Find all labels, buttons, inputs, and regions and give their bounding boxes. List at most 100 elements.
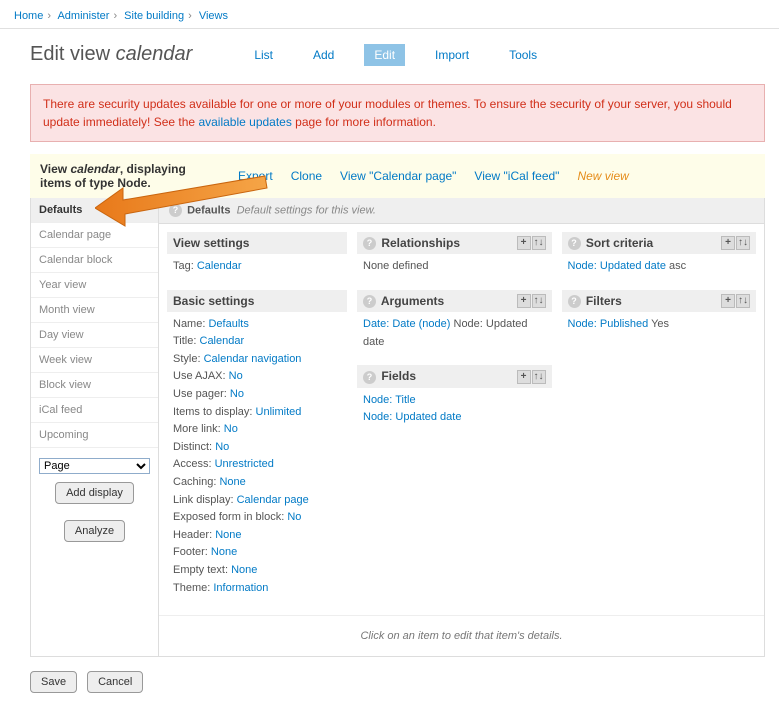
panel-basic-settings: Basic settings Name: DefaultsTitle: Cale… (167, 290, 347, 602)
summary-text: View calendar, displaying items of type … (40, 162, 220, 190)
sidebar-tab-defaults[interactable]: Defaults (31, 198, 158, 223)
sidebar-tab-year-view[interactable]: Year view (31, 273, 158, 298)
setting-row: Exposed form in block: No (173, 509, 341, 527)
sidebar-tab-month-view[interactable]: Month view (31, 298, 158, 323)
setting-row: Style: Calendar navigation (173, 351, 341, 369)
add-icon[interactable]: + (721, 236, 735, 250)
sidebar-tab-week-view[interactable]: Week view (31, 348, 158, 373)
rearrange-icon[interactable]: ↑↓ (736, 294, 750, 308)
breadcrumb-views[interactable]: Views (199, 10, 228, 22)
rearrange-icon[interactable]: ↑↓ (736, 236, 750, 250)
setting-link[interactable]: No (229, 370, 243, 382)
tab-edit[interactable]: Edit (364, 44, 405, 66)
setting-link[interactable]: None (219, 476, 245, 488)
tab-list[interactable]: List (244, 44, 283, 66)
breadcrumb: Home› Administer› Site building› Views (0, 0, 779, 29)
setting-row: Title: Calendar (173, 333, 341, 351)
help-icon: ? (568, 237, 581, 250)
sidebar-tab-day-view[interactable]: Day view (31, 323, 158, 348)
available-updates-link[interactable]: available updates (198, 115, 291, 129)
setting-label: Link display: (173, 494, 237, 506)
new-view-link[interactable]: New view (577, 169, 628, 183)
add-icon[interactable]: + (517, 236, 531, 250)
display-type-select[interactable]: Page (39, 458, 150, 474)
setting-row: More link: No (173, 421, 341, 439)
setting-link[interactable]: Node: Updated date (568, 260, 666, 272)
add-icon[interactable]: + (517, 370, 531, 384)
setting-link[interactable]: Node: Published (568, 318, 649, 330)
setting-link[interactable]: No (215, 441, 229, 453)
add-icon[interactable]: + (721, 294, 735, 308)
setting-link[interactable]: None (231, 564, 257, 576)
cancel-button[interactable]: Cancel (87, 671, 143, 693)
setting-suffix: Yes (648, 318, 669, 330)
setting-label: Items to display: (173, 406, 256, 418)
setting-label: Caching: (173, 476, 219, 488)
rearrange-icon[interactable]: ↑↓ (532, 370, 546, 384)
setting-suffix: asc (666, 260, 686, 272)
view-ical-feed-link[interactable]: View "iCal feed" (474, 169, 559, 183)
analyze-button[interactable]: Analyze (64, 520, 125, 542)
setting-row: Footer: None (173, 544, 341, 562)
setting-row: Distinct: No (173, 439, 341, 457)
breadcrumb-administer[interactable]: Administer (57, 10, 109, 22)
help-icon: ? (363, 237, 376, 250)
add-display-button[interactable]: Add display (55, 482, 134, 504)
export-link[interactable]: Export (238, 169, 273, 183)
setting-label: Use pager: (173, 388, 230, 400)
setting-row: Tag: Calendar (173, 258, 341, 276)
setting-link[interactable]: Defaults (208, 318, 248, 330)
setting-link[interactable]: Calendar navigation (204, 353, 302, 365)
view-calendar-page-link[interactable]: View "Calendar page" (340, 169, 456, 183)
setting-link[interactable]: Calendar (197, 260, 242, 272)
setting-row: Header: None (173, 527, 341, 545)
clone-link[interactable]: Clone (291, 169, 322, 183)
add-icon[interactable]: + (517, 294, 531, 308)
sidebar-tab-calendar-page[interactable]: Calendar page (31, 223, 158, 248)
tab-add[interactable]: Add (303, 44, 344, 66)
tab-tools[interactable]: Tools (499, 44, 547, 66)
setting-label: Exposed form in block: (173, 511, 287, 523)
setting-link[interactable]: No (224, 423, 238, 435)
setting-link[interactable]: Calendar (200, 335, 245, 347)
view-summary: View calendar, displaying items of type … (30, 154, 765, 198)
setting-label: Theme: (173, 582, 213, 594)
setting-label: Title: (173, 335, 200, 347)
sidebar-tab-upcoming[interactable]: Upcoming (31, 423, 158, 448)
setting-link[interactable]: Node: Updated date (363, 411, 461, 423)
setting-row: Caching: None (173, 474, 341, 492)
display-sidebar: DefaultsCalendar pageCalendar blockYear … (31, 198, 159, 656)
tab-import[interactable]: Import (425, 44, 479, 66)
setting-link[interactable]: No (287, 511, 301, 523)
setting-label: Header: (173, 529, 215, 541)
setting-row: Node: Title (363, 392, 546, 410)
setting-link[interactable]: Calendar page (237, 494, 309, 506)
sidebar-tab-block-view[interactable]: Block view (31, 373, 158, 398)
setting-link[interactable]: No (230, 388, 244, 400)
setting-row: Node: Updated date asc (568, 258, 751, 276)
setting-link[interactable]: None (211, 546, 237, 558)
setting-label: Footer: (173, 546, 211, 558)
click-hint: Click on an item to edit that item's det… (159, 615, 764, 656)
setting-link[interactable]: Information (213, 582, 268, 594)
setting-link[interactable]: Node: Title (363, 394, 416, 406)
breadcrumb-home[interactable]: Home (14, 10, 43, 22)
setting-row: Link display: Calendar page (173, 492, 341, 510)
panel-fields: ? Fields + ↑↓ Node: TitleNode: Updated d… (357, 365, 552, 431)
rearrange-icon[interactable]: ↑↓ (532, 236, 546, 250)
setting-row: Items to display: Unlimited (173, 404, 341, 422)
setting-label: Tag: (173, 260, 197, 272)
help-icon: ? (363, 295, 376, 308)
panel-sort-criteria: ? Sort criteria + ↑↓ Node: Updated date … (562, 232, 757, 280)
setting-link[interactable]: Date: Date (node) (363, 318, 450, 330)
setting-row: Date: Date (node) Node: Updated date (363, 316, 546, 351)
setting-link[interactable]: Unrestricted (215, 458, 274, 470)
rearrange-icon[interactable]: ↑↓ (532, 294, 546, 308)
sidebar-tab-ical-feed[interactable]: iCal feed (31, 398, 158, 423)
breadcrumb-site-building[interactable]: Site building (124, 10, 184, 22)
sidebar-tab-calendar-block[interactable]: Calendar block (31, 248, 158, 273)
setting-label: More link: (173, 423, 224, 435)
save-button[interactable]: Save (30, 671, 77, 693)
setting-link[interactable]: None (215, 529, 241, 541)
setting-link[interactable]: Unlimited (256, 406, 302, 418)
